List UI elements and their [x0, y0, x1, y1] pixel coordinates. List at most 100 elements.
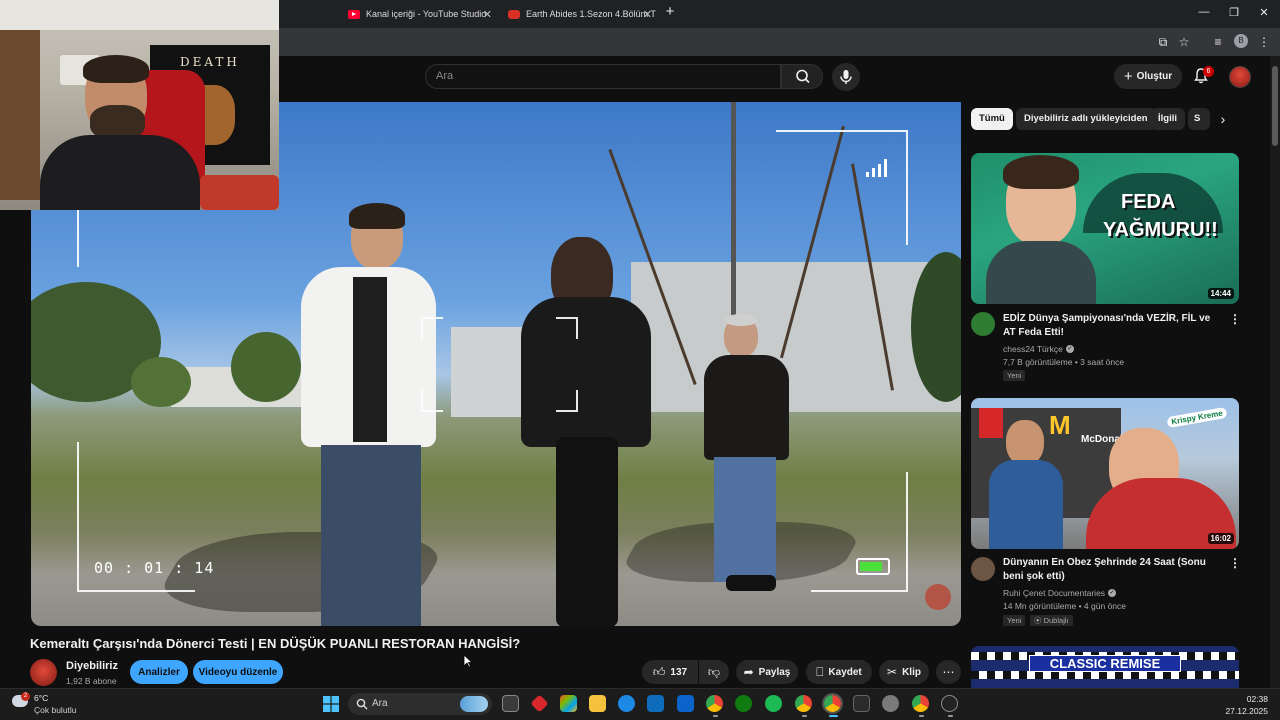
channel-name[interactable]: Diyebiliriz — [66, 660, 118, 672]
share-icon: ➦ — [743, 665, 754, 679]
chip-related[interactable]: İlgili — [1150, 108, 1185, 130]
channel-watermark[interactable] — [925, 584, 951, 610]
install-app-icon[interactable]: ⧉ — [1155, 34, 1171, 50]
bookmark-icon: ⎕ — [816, 664, 824, 679]
battery-icon — [856, 558, 890, 575]
channel-avatar[interactable] — [971, 312, 995, 336]
share-button[interactable]: ➦ Paylaş — [736, 660, 798, 684]
search-input[interactable]: Ara — [425, 64, 781, 89]
outlook-icon[interactable] — [677, 695, 694, 712]
thumb-text: FEDA — [1121, 191, 1176, 213]
share-label: Paylaş — [758, 666, 791, 678]
recommendation-thumbnail[interactable]: M McDonald's Krispy Kreme 16:02 — [971, 398, 1239, 549]
search-button[interactable] — [781, 64, 823, 89]
edit-video-button[interactable]: Videoyu düzenle — [193, 660, 283, 684]
weather-badge: 2 — [21, 692, 30, 701]
analytics-button[interactable]: Analizler — [130, 660, 188, 684]
tab-youtube-studio[interactable]: Kanal içeriği - YouTube Studio ✕ — [340, 2, 498, 26]
more-actions-button[interactable]: ⋯ — [936, 660, 961, 684]
minimize-icon[interactable]: — — [1196, 6, 1212, 18]
chrome-other-icon[interactable] — [912, 695, 929, 712]
scrollbar-thumb[interactable] — [1272, 66, 1278, 146]
weather-temp[interactable]: 6°C — [34, 693, 48, 703]
new-badge: Yeni — [1003, 615, 1026, 626]
like-button[interactable]: 👍︎ 137 — [642, 660, 698, 684]
notification-badge: 6 — [1203, 66, 1214, 77]
copilot-icon[interactable] — [560, 695, 577, 712]
chip-from-uploader[interactable]: Diyebiliriz adlı yükleyiciden — [1016, 108, 1156, 130]
more-vert-icon[interactable]: ⋮ — [1229, 312, 1241, 326]
obs-icon[interactable] — [941, 695, 958, 712]
more-icon: ⋯ — [942, 665, 955, 679]
signal-icon — [866, 157, 896, 177]
dislike-button[interactable]: 👎︎ — [699, 660, 729, 684]
thumbs-up-icon: 👍︎ — [652, 664, 666, 679]
recommendation-thumbnail[interactable]: CLASSIC REMISE — [971, 646, 1239, 688]
settings-gear-icon[interactable] — [882, 695, 899, 712]
recommendation-title[interactable]: EDİZ Dünya Şampiyonası'nda VEZİR, FİL ve… — [1003, 312, 1225, 340]
search-highlight-icon[interactable] — [460, 696, 488, 712]
xbox-icon[interactable] — [735, 695, 752, 712]
recommendation-channel[interactable]: chess24 Türkçe ✓ — [1003, 344, 1074, 354]
close-icon[interactable]: ✕ — [643, 8, 652, 21]
edge-icon[interactable] — [618, 695, 635, 712]
spotify-icon[interactable] — [765, 695, 782, 712]
recording-timecode: 00 : 01 : 14 — [94, 559, 215, 577]
person-black-outfit — [521, 237, 651, 626]
clip-button[interactable]: ✂ Klip — [879, 660, 929, 684]
person-walking — [696, 314, 796, 592]
dubbed-label: Dublajlı — [1043, 616, 1069, 625]
thumb-text: YAĞMURU!! — [1103, 219, 1218, 241]
new-tab-button[interactable]: + — [662, 3, 678, 20]
tab-title: Earth Abides 1.Sezon 4.Bölüm T — [526, 9, 656, 19]
recommendation-meta: 7,7 B görüntüleme • 3 saat önce — [1003, 357, 1125, 367]
recommendation-thumbnail[interactable]: FEDA YAĞMURU!! 14:44 — [971, 153, 1239, 304]
weather-desc[interactable]: Çok bulutlu — [34, 705, 77, 715]
menu-icon[interactable]: ⋮ — [1256, 34, 1272, 50]
bookmark-star-icon[interactable]: ☆ — [1176, 34, 1192, 50]
recommendation-channel[interactable]: Ruhi Çenet Documentaries ✓ — [1003, 588, 1117, 598]
dubbed-icon: ⦿ — [1034, 616, 1042, 625]
scrollbar[interactable] — [1270, 56, 1280, 688]
chip-all[interactable]: Tümü — [971, 108, 1013, 130]
media-control-icon[interactable]: ≡ — [1210, 34, 1226, 50]
chrome-active-icon[interactable] — [822, 693, 843, 714]
subscriber-count: 1,92 B abone — [66, 676, 117, 686]
chevron-right-icon[interactable]: › — [1212, 108, 1234, 130]
capcut-icon[interactable] — [853, 695, 870, 712]
close-icon[interactable]: ✕ — [483, 8, 492, 21]
like-count: 137 — [670, 666, 688, 678]
thumb-text: CLASSIC REMISE — [1029, 655, 1181, 672]
clock-time[interactable]: 02:38 — [1240, 694, 1268, 704]
chrome-icon[interactable] — [706, 695, 723, 712]
clock-date[interactable]: 27.12.2025 — [1222, 706, 1268, 716]
tab-earth-abides[interactable]: Earth Abides 1.Sezon 4.Bölüm T ✕ — [500, 2, 658, 26]
recommendation-meta: 14 Mn görüntüleme • 4 gün önce — [1003, 601, 1127, 611]
windows-start-icon[interactable] — [323, 696, 339, 712]
task-view-icon[interactable] — [502, 695, 519, 712]
channel-avatar[interactable] — [30, 659, 57, 686]
channel-name: chess24 Türkçe — [1003, 344, 1063, 354]
new-badge: Yeni — [1003, 370, 1026, 381]
close-window-icon[interactable]: ✕ — [1256, 6, 1272, 19]
recommendation-title[interactable]: Dünyanın En Obez Şehrinde 24 Saat (Sonu … — [1003, 556, 1225, 584]
store-icon[interactable] — [647, 695, 664, 712]
chip-partial[interactable]: S — [1188, 108, 1210, 130]
save-button[interactable]: ⎕ Kaydet — [806, 660, 872, 684]
voice-search-button[interactable] — [832, 63, 860, 91]
channel-avatar[interactable] — [971, 557, 995, 581]
video-duration: 14:44 — [1207, 288, 1234, 299]
more-vert-icon[interactable]: ⋮ — [1229, 556, 1241, 570]
restore-icon[interactable]: ❐ — [1226, 6, 1242, 19]
profile-avatar[interactable]: B — [1234, 34, 1248, 48]
clip-label: Klip — [902, 666, 921, 678]
youtube-icon — [348, 9, 360, 19]
create-button[interactable]: + Oluştur — [1114, 64, 1182, 89]
file-explorer-icon[interactable] — [589, 695, 606, 712]
video-title: Kemeraltı Çarşısı'nda Dönerci Testi | EN… — [30, 636, 521, 651]
search-icon — [356, 698, 368, 710]
account-avatar[interactable] — [1229, 66, 1251, 88]
tab-title: Kanal içeriği - YouTube Studio — [366, 9, 487, 19]
chrome-profile-icon[interactable] — [795, 695, 812, 712]
person-white-jacket — [301, 203, 441, 626]
